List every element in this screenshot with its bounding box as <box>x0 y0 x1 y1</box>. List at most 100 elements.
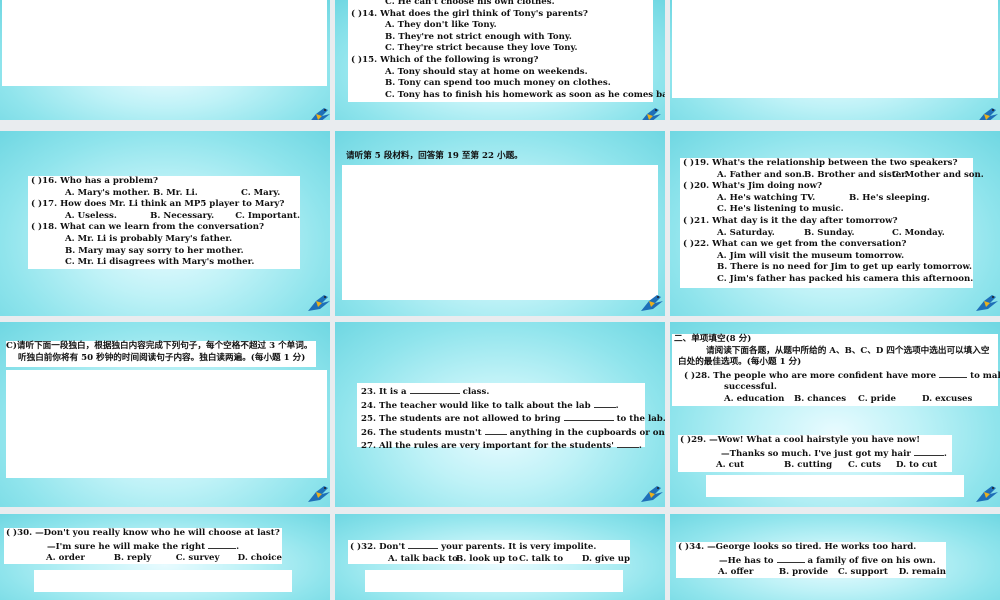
q15-option-b: B. Tony can spend too much money on clot… <box>385 78 611 89</box>
slide-10[interactable]: ( )30. —Don't you really know who he wil… <box>0 514 330 600</box>
q28-blank[interactable] <box>939 369 968 378</box>
q30-option-c: C. survey <box>175 553 220 564</box>
section-c-instruction-2: 听独白前你将有 50 秒钟的时间阅读句子内容。独白读两遍。(每小题 1 分) <box>18 352 306 363</box>
q23-blank[interactable] <box>409 385 460 394</box>
section-c-instruction-1: C)请听下面一段独白，根据独白内容完成下列句子，每个空格不超过 3 个单词。 <box>6 341 313 351</box>
q20-option-a: A. He's watching TV. <box>717 192 816 203</box>
question-box: ( )19. What's the relationship between t… <box>680 158 984 288</box>
q30-blank[interactable] <box>208 540 237 549</box>
slide-2[interactable]: C. He can't choose his own clothes. ( )1… <box>335 0 665 120</box>
slide-12[interactable]: ( )34. —George looks so tired. He works … <box>670 514 1000 600</box>
instruction-box: C)请听下面一段独白，根据独白内容完成下列句子，每个空格不超过 3 个单词。 听… <box>6 341 316 367</box>
q20-option-c: C. He's listening to music. <box>717 204 844 215</box>
q27: 27. All the rules are very important for… <box>361 439 642 452</box>
parrot-icon <box>976 295 998 311</box>
q29-reply: —Thanks so much. I've just got my hair . <box>721 447 947 459</box>
q16-option-b: B. Mr. Li. <box>153 187 198 198</box>
q20-options: A. He's watching TV. B. He's sleeping. <box>680 193 973 205</box>
q17-option-a: A. Useless. <box>65 210 117 221</box>
q21-option-c: C. Monday. <box>892 227 945 238</box>
q19-options: A. Father and son. B. Brother and sister… <box>680 169 984 182</box>
q21-options: A. Saturday. B. Sunday. C. Monday. <box>680 228 973 240</box>
q34-options: A. offer B. provide C. support D. remain <box>676 567 946 579</box>
answer-box <box>672 0 998 98</box>
q29-blank[interactable] <box>913 447 944 456</box>
q34-option-a: A. offer <box>718 567 754 578</box>
q24-blank[interactable] <box>593 399 616 408</box>
slide-11[interactable]: ( )32. Don't your parents. It is very im… <box>335 514 665 600</box>
q30-option-a: A. order <box>46 553 85 564</box>
question-box: C. He can't choose his own clothes. ( )1… <box>348 0 665 102</box>
q32-option-d: D. give up <box>581 553 630 564</box>
q27-blank[interactable] <box>616 439 639 449</box>
q14-option-c: C. They're strict because they love Tony… <box>385 43 578 54</box>
q16-option-a: A. Mary's mother. <box>65 187 150 198</box>
q29-option-a: A. cut <box>716 460 745 471</box>
q19-option-a: A. Father and son. <box>717 169 805 180</box>
slide-4[interactable]: ( )16. Who has a problem? A. Mary's moth… <box>0 131 330 316</box>
slide-5[interactable]: 请听第 5 段材料，回答第 19 至第 22 小题。 <box>335 131 665 316</box>
q28-options: A. education B. chances C. pride D. excu… <box>672 394 998 406</box>
q34-option-c: C. support <box>837 567 888 578</box>
q19-question: ( )19. What's the relationship between t… <box>683 158 958 168</box>
answer-box <box>706 475 964 497</box>
q17-option-b: B. Necessary. <box>150 210 215 221</box>
answer-box <box>6 370 327 478</box>
q30-options: A. order B. reply C. survey D. choice <box>4 553 282 565</box>
slide-6[interactable]: ( )19. What's the relationship between t… <box>670 131 1000 316</box>
parrot-icon <box>308 486 330 502</box>
q32-blank[interactable] <box>408 540 439 549</box>
section-instruction-1: 请阅读下面各题，从题中所给的 A、B、C、D 四个选项中选出可以填入空 <box>706 345 990 356</box>
slide-9[interactable]: 二、单项填空(8 分) 请阅读下面各题，从题中所给的 A、B、C、D 四个选项中… <box>670 322 1000 507</box>
slide-3[interactable] <box>670 0 1000 120</box>
q18-question: ( )18. What can we learn from the conver… <box>31 222 265 233</box>
q29-option-b: B. cutting <box>784 460 833 471</box>
q14-option-a: A. They don't like Tony. <box>385 20 497 31</box>
section-instruction-2: 白处的最佳选项。(每小题 1 分) <box>678 357 802 368</box>
q34-reply: —He has to a family of five on his own. <box>719 554 936 566</box>
q13-option-c: C. He can't choose his own clothes. <box>385 0 555 7</box>
q19-option-b: B. Brother and sister. <box>804 169 908 180</box>
q20-question: ( )20. What's Jim doing now? <box>683 181 823 192</box>
q23: 23. It is a class. <box>361 385 490 397</box>
q18-option-b: B. Mary may say sorry to her mother. <box>65 245 244 256</box>
q34-question: ( )34. —George looks so tired. He works … <box>678 542 917 552</box>
parrot-icon <box>308 295 330 311</box>
q25-blank[interactable] <box>563 412 614 422</box>
q32-option-c: C. talk to <box>518 553 564 564</box>
q19-option-c: C. Mother and son. <box>892 169 984 180</box>
q34-blank[interactable] <box>776 554 805 563</box>
q28-option-c: C. pride <box>858 393 896 404</box>
question-box: ( )34. —George looks so tired. He works … <box>676 542 946 578</box>
q20-option-b: B. He's sleeping. <box>849 192 930 203</box>
q16-option-c: C. Mary. <box>241 187 281 198</box>
question-box: ( )29. —Wow! What a cool hairstyle you h… <box>678 435 952 472</box>
q29-option-c: C. cuts <box>848 460 881 471</box>
q30-option-b: B. reply <box>113 553 152 564</box>
q28-option-d: D. excuses <box>922 393 973 404</box>
q16-question: ( )16. Who has a problem? <box>31 176 159 186</box>
q30-reply: —I'm sure he will make the right . <box>47 540 240 552</box>
q22-question: ( )22. What can we get from the conversa… <box>683 239 907 250</box>
q26-blank[interactable] <box>484 426 507 435</box>
q14-question: ( )14. What does the girl think of Tony'… <box>351 8 588 19</box>
q29-options: A. cut B. cutting C. cuts D. to cut <box>678 460 952 472</box>
q28-option-a: A. education <box>724 393 785 404</box>
q17-options: A. Useless. B. Necessary. C. Important. <box>28 211 300 223</box>
parrot-icon <box>311 108 330 120</box>
q28: ( )28. The people who are more confident… <box>684 369 1000 381</box>
section-title: 二、单项填空(8 分) <box>674 334 752 344</box>
parrot-icon <box>641 486 663 502</box>
q15-option-a: A. Tony should stay at home on weekends. <box>385 66 588 77</box>
answer-box <box>2 0 327 86</box>
q21-question: ( )21. What day is it the day after tomo… <box>683 215 898 226</box>
slide-8[interactable]: 23. It is a class. 24. The teacher would… <box>335 322 665 507</box>
q21-option-a: A. Saturday. <box>717 227 775 238</box>
slide-1[interactable] <box>0 0 330 120</box>
question-box: ( )16. Who has a problem? A. Mary's moth… <box>28 176 300 269</box>
q29-question: ( )29. —Wow! What a cool hairstyle you h… <box>680 435 920 445</box>
q32-question: ( )32. Don't your parents. It is very im… <box>350 540 597 552</box>
slide-7[interactable]: C)请听下面一段独白，根据独白内容完成下列句子，每个空格不超过 3 个单词。 听… <box>0 322 330 507</box>
q18-option-c: C. Mr. Li disagrees with Mary's mother. <box>65 257 255 268</box>
q15-question: ( )15. Which of the following is wrong? <box>351 54 539 65</box>
